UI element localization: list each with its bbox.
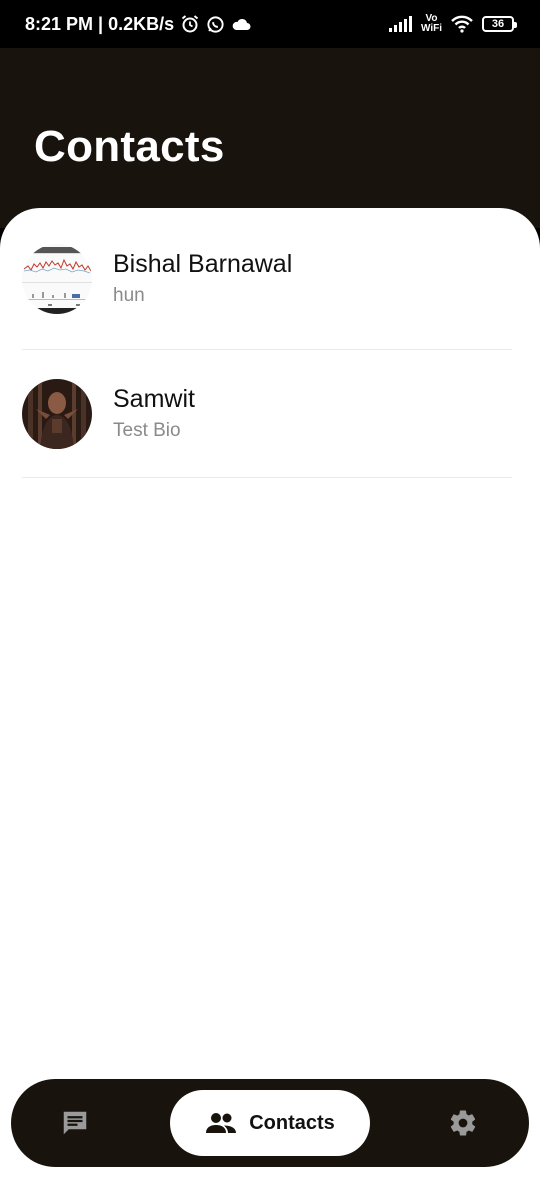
gesture-bar[interactable]: [170, 1186, 370, 1191]
header: Contacts: [0, 48, 540, 228]
contact-name: Bishal Barnawal: [113, 250, 293, 278]
nav-chats-button[interactable]: [59, 1107, 91, 1139]
status-bar: 8:21 PM | 0.2KB/s Vo WiFi 36: [0, 0, 540, 48]
contact-bio: hun: [113, 285, 145, 306]
vowifi-indicator: Vo WiFi: [421, 14, 442, 34]
status-time: 8:21 PM | 0.2KB/s: [25, 13, 175, 34]
bottom-nav: Contacts: [11, 1079, 529, 1167]
whatsapp-icon: [206, 15, 225, 34]
content-panel: Bishal Barnawal hun Samwit Test Bio: [0, 208, 540, 1200]
nav-contacts-button[interactable]: Contacts: [170, 1090, 370, 1156]
chat-icon: [63, 1111, 87, 1135]
avatar: [22, 243, 92, 314]
nav-settings-button[interactable]: [447, 1107, 479, 1139]
page-title: Contacts: [34, 122, 225, 171]
vowifi-bottom: WiFi: [420, 23, 442, 34]
gear-icon: [450, 1110, 476, 1136]
battery-level: 36: [491, 18, 505, 30]
avatar: [22, 378, 92, 449]
alarm-icon: [180, 14, 200, 34]
battery-icon: 36: [482, 16, 517, 32]
people-icon: [206, 1113, 237, 1133]
status-bar-left: 8:21 PM | 0.2KB/s: [25, 14, 251, 35]
contact-name: Samwit: [113, 385, 195, 413]
contact-list: Bishal Barnawal hun Samwit Test Bio: [0, 208, 540, 478]
wifi-icon: [450, 15, 474, 33]
contact-text: Samwit Test Bio: [113, 385, 195, 442]
nav-contacts-label: Contacts: [249, 1111, 335, 1134]
cloud-icon: [231, 17, 251, 31]
list-item[interactable]: Bishal Barnawal hun: [22, 208, 512, 350]
chart-screenshot-avatar-icon: [22, 243, 92, 314]
contact-bio: Test Bio: [113, 420, 181, 441]
signal-icon: [388, 16, 413, 32]
contact-text: Bishal Barnawal hun: [113, 250, 292, 307]
list-item[interactable]: Samwit Test Bio: [22, 350, 512, 478]
status-bar-right: Vo WiFi 36: [388, 14, 517, 34]
person-photo-avatar-icon: [22, 378, 92, 449]
